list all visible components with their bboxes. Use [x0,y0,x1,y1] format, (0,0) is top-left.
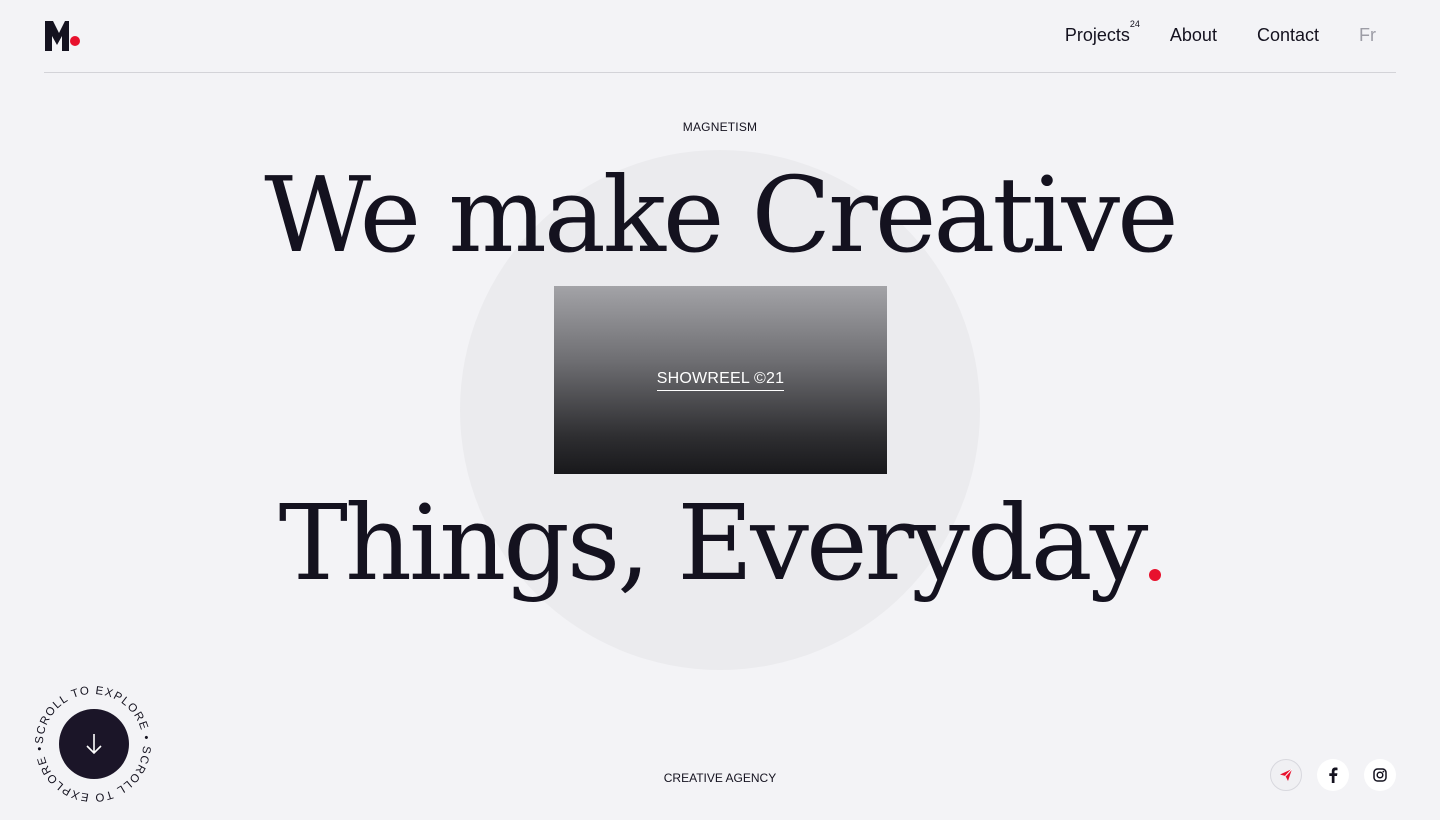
showreel-video[interactable]: SHOWREEL ©21 [554,286,887,474]
facebook-icon [1329,767,1338,783]
magnetism-logo-icon[interactable] [45,21,81,51]
arrow-down-icon [86,734,102,755]
nav-projects-label: Projects [1064,25,1130,45]
language-switch[interactable]: Fr [1359,25,1376,46]
instagram-link[interactable] [1364,759,1396,791]
hero-eyebrow: MAGNETISM [682,120,758,134]
footer-label: CREATIVE AGENCY [663,771,777,785]
instagram-icon [1373,768,1387,782]
projects-count-badge: 24 [1129,19,1140,29]
nav-contact[interactable]: Contact [1257,25,1319,46]
scroll-to-explore-button[interactable]: SCROLL TO EXPLORE • SCROLL TO EXPLORE • [33,684,153,804]
page: Projects 24 About Contact Fr MAGNETISM W… [0,0,1440,820]
facebook-link[interactable] [1317,759,1349,791]
hero-headline-line2-text: Things, Everyday [278,482,1149,604]
scroll-circle [59,709,129,779]
telegram-icon [1280,768,1293,781]
hero-headline-line2: Things, Everyday [0,478,1440,608]
hero-headline-line1: We make Creative [264,154,1178,276]
accent-dot [1149,569,1162,581]
social-links [1255,759,1396,791]
nav-projects[interactable]: Projects 24 [1064,19,1140,46]
header-divider [44,72,1396,73]
nav-about[interactable]: About [1170,25,1217,46]
telegram-link[interactable] [1270,759,1302,791]
main-nav: Projects 24 About Contact Fr [1064,19,1376,46]
showreel-label: SHOWREEL ©21 [656,370,785,391]
